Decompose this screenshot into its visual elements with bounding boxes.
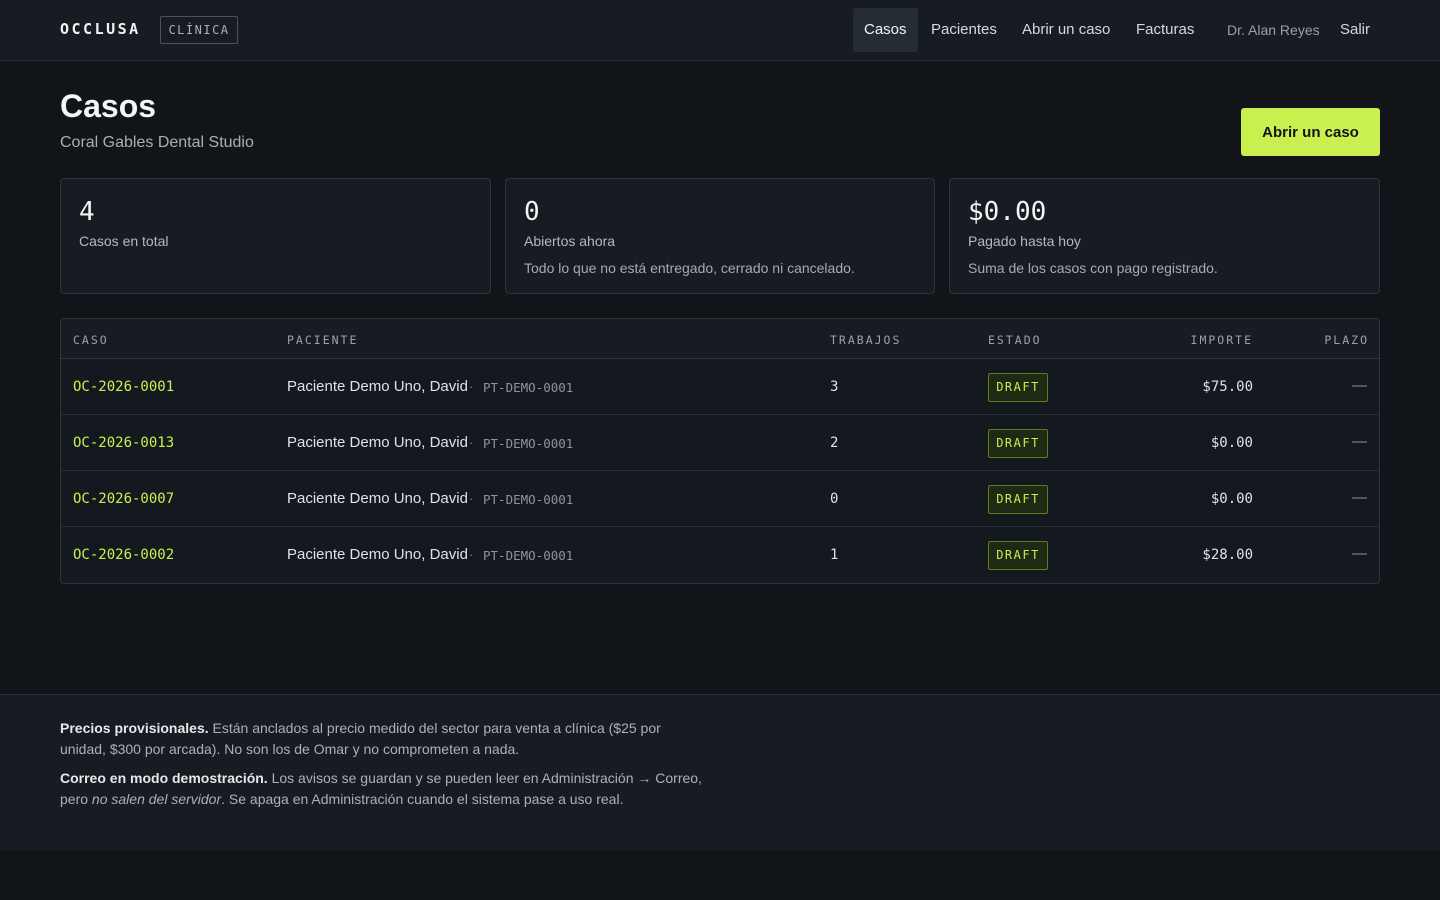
brand-role-tag: CLÍNICA xyxy=(160,16,238,44)
separator-dot: · xyxy=(469,435,474,450)
stat-label: Abiertos ahora xyxy=(524,233,616,249)
nav-item-abrir-caso[interactable]: Abrir un caso xyxy=(1011,8,1121,52)
jobs-count: 2 xyxy=(830,435,839,451)
amount: $75.00 xyxy=(1202,379,1253,395)
patient-id: PT-DEMO-0001 xyxy=(483,492,574,507)
mail-note-title: Correo en modo demostración. xyxy=(60,770,268,786)
stat-value: 4 xyxy=(79,197,95,227)
patient-id: PT-DEMO-0001 xyxy=(483,380,574,395)
separator-dot: · xyxy=(469,491,474,506)
clinic-name: Coral Gables Dental Studio xyxy=(60,134,254,151)
jobs-count: 3 xyxy=(830,379,839,395)
table-row[interactable]: OC-2026-0013 Paciente Demo Uno, David · … xyxy=(61,415,1379,471)
open-case-button[interactable]: Abrir un caso xyxy=(1241,108,1380,156)
case-id-link[interactable]: OC-2026-0007 xyxy=(73,491,174,507)
status-badge: DRAFT xyxy=(988,373,1048,402)
status-badge: DRAFT xyxy=(988,485,1048,514)
stat-note: Suma de los casos con pago registrado. xyxy=(968,260,1218,276)
separator-dot: · xyxy=(469,379,474,394)
column-header-importe[interactable]: IMPORTE xyxy=(1191,333,1253,347)
jobs-count: 0 xyxy=(830,491,839,507)
table-header: CASO PACIENTE TRABAJOS ESTADO IMPORTE PL… xyxy=(61,319,1379,359)
column-header-plazo[interactable]: PLAZO xyxy=(1324,333,1369,347)
column-header-estado[interactable]: ESTADO xyxy=(988,333,1042,347)
mail-note-text-end: . Se apaga en Administración cuando el s… xyxy=(221,791,624,807)
pricing-note-title: Precios provisionales. xyxy=(60,720,209,736)
pricing-note: Precios provisionales. Están anclados al… xyxy=(60,718,710,760)
patient-id: PT-DEMO-0001 xyxy=(483,548,574,563)
patient-name: Paciente Demo Uno, David xyxy=(287,378,468,395)
table-row[interactable]: OC-2026-0001 Paciente Demo Uno, David · … xyxy=(61,359,1379,415)
footer-notes: Precios provisionales. Están anclados al… xyxy=(0,694,1440,850)
column-header-trabajos[interactable]: TRABAJOS xyxy=(830,333,901,347)
deadline: — xyxy=(1352,545,1367,562)
column-header-caso[interactable]: CASO xyxy=(73,333,109,347)
stat-note: Todo lo que no está entregado, cerrado n… xyxy=(524,260,855,276)
stat-card-open-now: 0 Abiertos ahora Todo lo que no está ent… xyxy=(505,178,935,294)
stat-value: $0.00 xyxy=(968,197,1047,227)
stat-value: 0 xyxy=(524,197,540,227)
stat-card-total-cases: 4 Casos en total xyxy=(60,178,491,294)
mail-note: Correo en modo demostración. Los avisos … xyxy=(60,768,710,810)
deadline: — xyxy=(1352,377,1367,394)
table-row[interactable]: OC-2026-0002 Paciente Demo Uno, David · … xyxy=(61,527,1379,583)
status-badge: DRAFT xyxy=(988,541,1048,570)
patient-id: PT-DEMO-0001 xyxy=(483,436,574,451)
case-id-link[interactable]: OC-2026-0013 xyxy=(73,435,174,451)
stat-label: Casos en total xyxy=(79,233,169,249)
amount: $28.00 xyxy=(1202,547,1253,563)
table-row[interactable]: OC-2026-0007 Paciente Demo Uno, David · … xyxy=(61,471,1379,527)
patient-name: Paciente Demo Uno, David xyxy=(287,546,468,563)
logout-link[interactable]: Salir xyxy=(1329,8,1381,52)
case-id-link[interactable]: OC-2026-0001 xyxy=(73,379,174,395)
jobs-count: 1 xyxy=(830,547,839,563)
current-user-name: Dr. Alan Reyes xyxy=(1227,22,1320,38)
amount: $0.00 xyxy=(1210,435,1253,451)
top-navbar: OCCLUSA CLÍNICA Casos Pacientes Abrir un… xyxy=(0,0,1440,61)
nav-item-casos[interactable]: Casos xyxy=(853,8,918,52)
page-title: Casos xyxy=(60,88,157,124)
cases-table: CASO PACIENTE TRABAJOS ESTADO IMPORTE PL… xyxy=(60,318,1380,584)
brand-logo[interactable]: OCCLUSA xyxy=(60,20,141,38)
patient-name: Paciente Demo Uno, David xyxy=(287,490,468,507)
status-badge: DRAFT xyxy=(988,429,1048,458)
stat-label: Pagado hasta hoy xyxy=(968,233,1081,249)
deadline: — xyxy=(1352,489,1367,506)
deadline: — xyxy=(1352,433,1367,450)
column-header-paciente[interactable]: PACIENTE xyxy=(287,333,358,347)
stat-card-paid-to-date: $0.00 Pagado hasta hoy Suma de los casos… xyxy=(949,178,1380,294)
case-id-link[interactable]: OC-2026-0002 xyxy=(73,547,174,563)
separator-dot: · xyxy=(469,547,474,562)
patient-name: Paciente Demo Uno, David xyxy=(287,434,468,451)
nav-item-facturas[interactable]: Facturas xyxy=(1125,8,1205,52)
mail-note-emphasis: no salen del servidor xyxy=(91,791,222,807)
nav-item-pacientes[interactable]: Pacientes xyxy=(920,8,1008,52)
amount: $0.00 xyxy=(1210,491,1253,507)
